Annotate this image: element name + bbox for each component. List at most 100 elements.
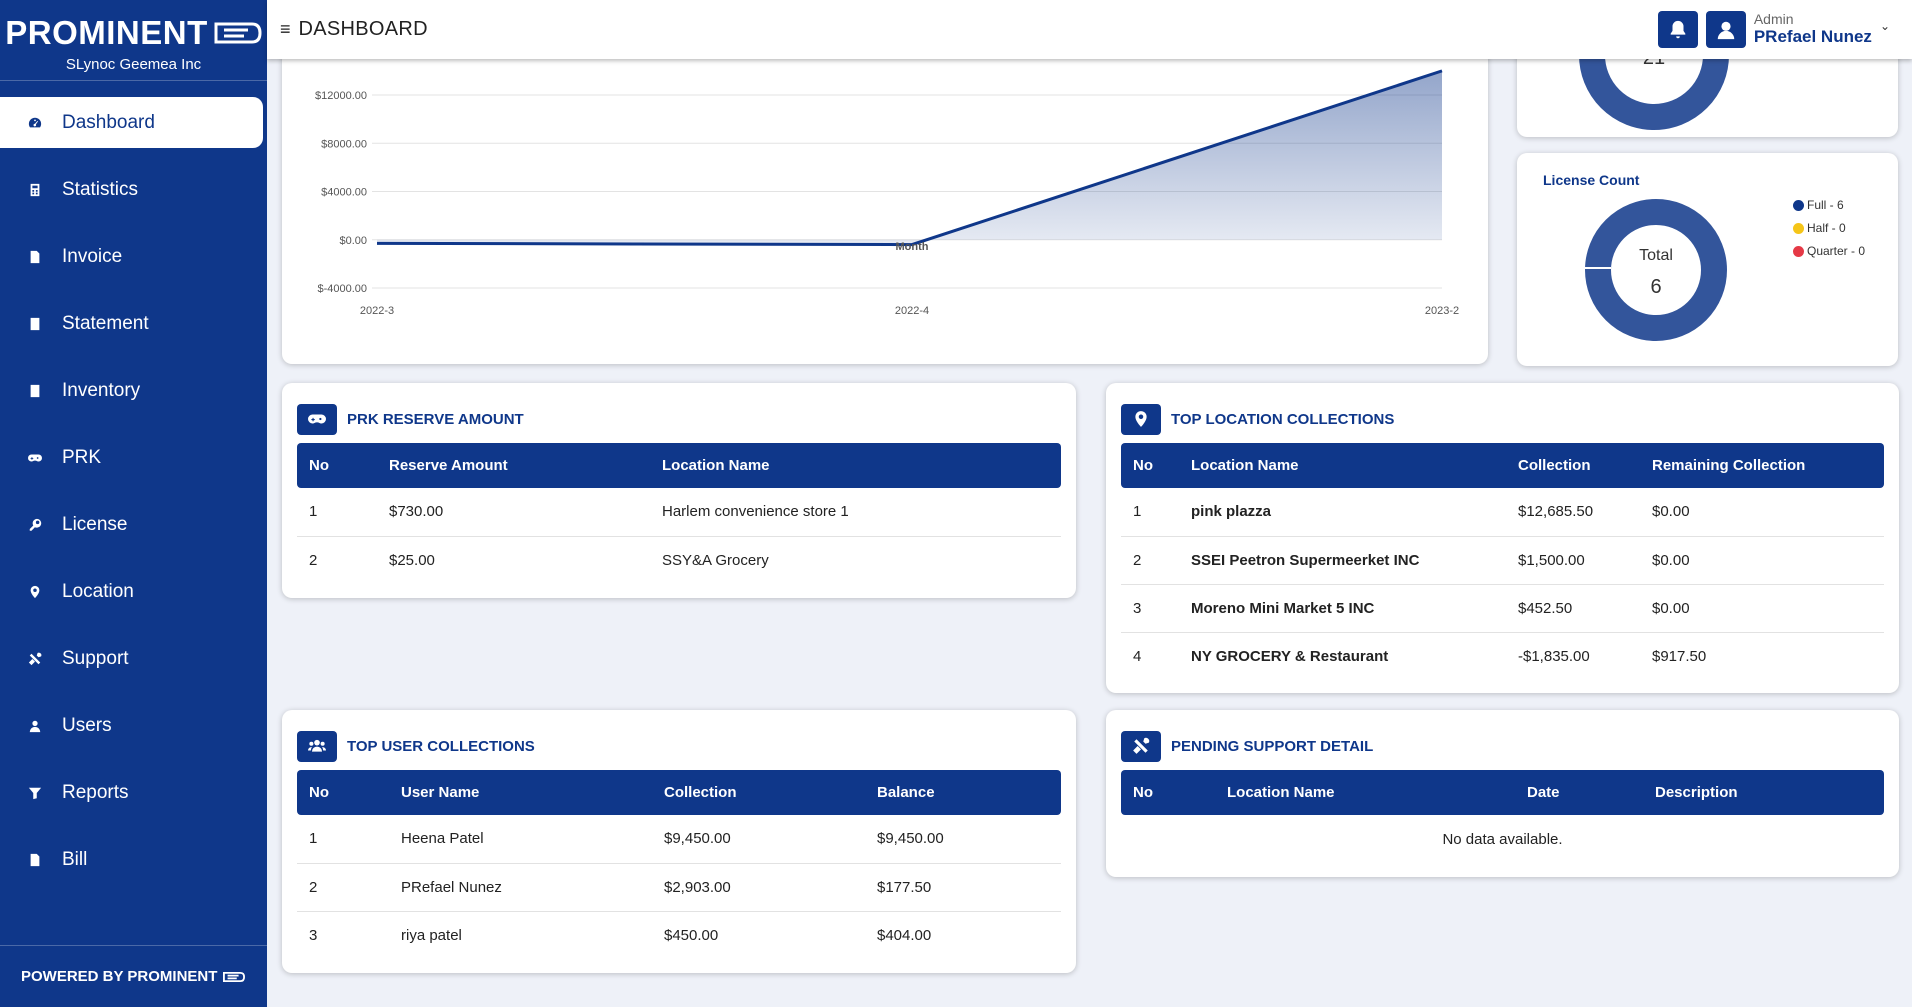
column-header[interactable]: No — [1121, 770, 1215, 815]
y-tick-label: $8000.00 — [321, 138, 367, 150]
table-row: 1 Heena Patel $9,450.00 $9,450.00 — [297, 815, 1061, 864]
map-pin-icon — [1121, 403, 1161, 435]
powered-by: POWERED BY PROMINENT — [0, 945, 267, 1007]
column-header[interactable]: Collection — [1506, 443, 1640, 488]
user-role: Admin — [1753, 11, 1794, 28]
powered-by-label: POWERED BY PROMINENT — [21, 968, 218, 985]
table-row: 1 pink plazza $12,685.50 $0.00 — [1121, 488, 1884, 537]
cell-user-name: Heena Patel — [389, 815, 652, 864]
logo-mark-icon — [223, 971, 246, 982]
company-name: SLynoc Geemea Inc — [65, 56, 202, 73]
user-icon — [1717, 21, 1735, 39]
column-header[interactable]: Location Name — [650, 443, 1061, 488]
location-link[interactable]: Moreno Mini Market 5 INC — [1179, 584, 1506, 633]
user-menu[interactable]: Admin PRefael Nunez — [1754, 12, 1872, 46]
column-header[interactable]: Remaining Collection — [1640, 443, 1884, 488]
column-header[interactable]: Location Name — [1215, 770, 1515, 815]
cell-remaining: $917.50 — [1652, 647, 1707, 665]
column-header[interactable]: Date — [1515, 770, 1643, 815]
cell-collection: $9,450.00 — [652, 815, 865, 864]
location-link[interactable]: SSEI Peetron Supermeerket INC — [1179, 536, 1506, 585]
notification-button[interactable] — [1657, 11, 1698, 48]
table-row: 2 SSEI Peetron Supermeerket INC $1,500.0… — [1121, 536, 1884, 585]
cell-reserve-amount: $25.00 — [389, 551, 435, 569]
table-row: 3 riya patel $450.00 $404.00 — [297, 911, 1061, 959]
cell-remaining: $0.00 — [1640, 536, 1884, 585]
legend-dot — [1793, 199, 1804, 211]
sidebar-item-location[interactable]: Location — [0, 566, 263, 617]
legend-dot — [1793, 222, 1804, 234]
table-row: 2 $25.00 SSY&A Grocery — [297, 536, 1061, 584]
donut-slice — [1585, 199, 1727, 341]
location-link[interactable]: pink plazza — [1179, 488, 1506, 537]
pending-support-table: No Location Name Date Description No dat… — [1121, 770, 1884, 863]
column-header[interactable]: User Name — [389, 770, 652, 815]
cell-no: 2 — [309, 551, 318, 569]
table-row: 2 PRefael Nunez $2,903.00 $177.50 — [297, 863, 1061, 912]
inventory-icon — [25, 381, 45, 401]
column-header[interactable]: Collection — [652, 770, 865, 815]
sidebar-item-statement[interactable]: Statement — [0, 298, 263, 349]
column-header[interactable]: Description — [1643, 770, 1884, 815]
logo-mark-icon — [214, 22, 262, 44]
gamepad-icon — [25, 448, 45, 468]
sidebar-item-bill[interactable]: Bill — [0, 834, 263, 885]
brand: PROMINENT SLynoc Geemea Inc — [0, 0, 267, 81]
pending-support-card: PENDING SUPPORT DETAIL No Location Name … — [1106, 710, 1899, 877]
user-avatar-button[interactable] — [1705, 11, 1746, 48]
bell-icon — [1670, 20, 1686, 38]
sidebar-item-users[interactable]: Users — [0, 700, 263, 751]
legend-quarter[interactable]: Quarter - 0 — [1793, 244, 1865, 258]
card-title: PRK RESERVE AMOUNT — [347, 410, 524, 428]
sidebar-item-label: Bill — [62, 848, 88, 870]
table-row: 3 Moreno Mini Market 5 INC $452.50 $0.00 — [1121, 584, 1884, 633]
column-header[interactable]: Reserve Amount — [377, 443, 650, 488]
column-header[interactable]: No — [1121, 443, 1179, 488]
cell-remaining: $0.00 — [1640, 584, 1884, 633]
cell-collection: $1,500.00 — [1506, 536, 1640, 585]
sidebar-item-label: Inventory — [62, 379, 141, 401]
cell-balance: $9,450.00 — [865, 815, 1061, 864]
sidebar-item-label: Statement — [62, 312, 149, 334]
column-header[interactable]: No — [297, 770, 389, 815]
cell-no: 2 — [1121, 536, 1179, 585]
location-link[interactable]: NY GROCERY & Restaurant — [1179, 632, 1506, 680]
logo[interactable]: PROMINENT — [0, 14, 267, 52]
sidebar-item-label: Dashboard — [62, 111, 155, 133]
legend-dot — [1793, 245, 1804, 257]
cell-no: 3 — [1121, 584, 1179, 633]
x-tick-label: 2022-3 — [360, 305, 394, 317]
y-tick-label: $12000.00 — [315, 90, 367, 102]
cell-location-name: Harlem convenience store 1 — [650, 488, 1061, 537]
key-icon — [25, 515, 45, 535]
license-count-card: License Count Total 6 Full - 6 Half - 0 Q… — [1517, 153, 1898, 366]
cell-no: 4 — [1133, 647, 1142, 665]
sidebar-item-reports[interactable]: Reports — [0, 767, 263, 818]
chevron-down-icon[interactable]: ⌄ — [1880, 19, 1890, 33]
y-tick-label: $0.00 — [339, 235, 367, 247]
sidebar-item-dashboard[interactable]: Dashboard — [0, 97, 263, 148]
map-pin-icon — [25, 582, 45, 602]
sidebar-item-inventory[interactable]: Inventory — [0, 365, 263, 416]
column-header[interactable]: Location Name — [1179, 443, 1506, 488]
logo-text: PROMINENT — [5, 14, 208, 51]
column-header[interactable]: No — [297, 443, 377, 488]
legend-label: Half - 0 — [1807, 221, 1846, 235]
sidebar-item-statistics[interactable]: Statistics — [0, 164, 263, 215]
sidebar-item-license[interactable]: License — [0, 499, 263, 550]
area-fill — [377, 70, 1442, 245]
sidebar-item-invoice[interactable]: Invoice — [0, 231, 263, 282]
sidebar-item-prk[interactable]: PRK — [0, 432, 263, 483]
legend-label: Quarter - 0 — [1807, 244, 1866, 258]
legend-full[interactable]: Full - 6 — [1793, 198, 1865, 212]
sidebar-item-label: Invoice — [62, 245, 123, 267]
page-title: DASHBOARD — [298, 18, 428, 40]
cell-no: 1 — [1121, 488, 1179, 537]
prk-table: No Reserve Amount Location Name 1 $730.0… — [297, 443, 1061, 584]
legend-half[interactable]: Half - 0 — [1793, 221, 1865, 235]
cell-user-name: PRefael Nunez — [389, 863, 652, 912]
column-header[interactable]: Balance — [865, 770, 1061, 815]
menu-toggle-icon[interactable]: ≡ — [280, 19, 291, 40]
sidebar-item-support[interactable]: Support — [0, 633, 263, 684]
card-header: TOP LOCATION COLLECTIONS — [1106, 383, 1899, 441]
